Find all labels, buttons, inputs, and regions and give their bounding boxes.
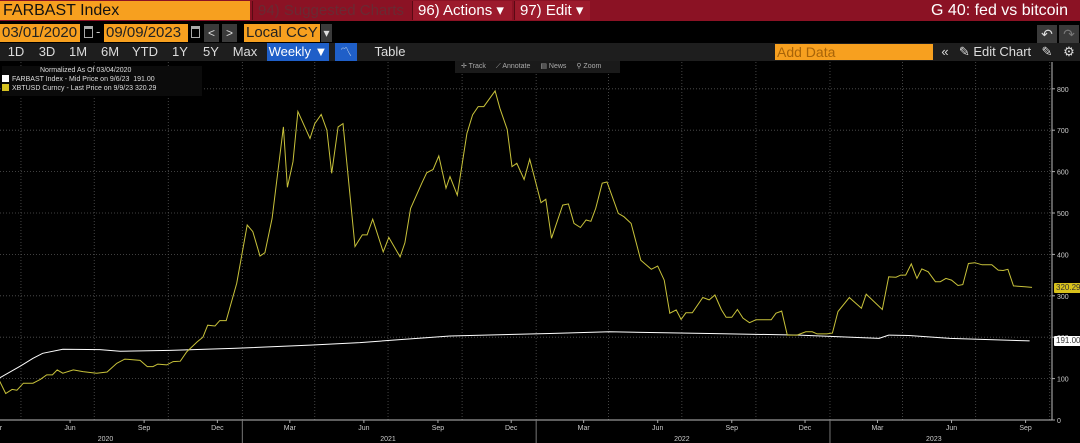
period-1m[interactable]: 1M xyxy=(62,43,94,61)
series-farbast xyxy=(0,331,1030,379)
edit-menu[interactable]: 97) Edit ▾ xyxy=(514,1,590,20)
x-tick-label: Sep xyxy=(432,425,445,432)
period-max[interactable]: Max xyxy=(226,43,264,61)
undo-button[interactable]: ↶ xyxy=(1037,25,1057,43)
legend-item-xbtusd[interactable]: XBTUSD Curncy - Last Price on 9/9/23 320… xyxy=(2,84,202,93)
redo-button[interactable]: ↷ xyxy=(1059,25,1079,43)
period-6m[interactable]: 6M xyxy=(94,43,126,61)
y-tick-label: 100 xyxy=(1057,377,1069,384)
end-date-input[interactable]: 09/09/2023 xyxy=(104,24,188,42)
chevron-down-icon[interactable]: ▾ xyxy=(321,24,332,42)
period-1d[interactable]: 1D xyxy=(0,43,32,61)
frequency-select[interactable]: Weekly ▼ xyxy=(267,43,329,61)
x-tick-label: Dec xyxy=(799,425,812,432)
x-tick-label: Jun xyxy=(358,425,369,432)
period-3d[interactable]: 3D xyxy=(32,43,62,61)
x-tick-label: Sep xyxy=(1019,425,1032,432)
x-tick-label: Mar xyxy=(871,425,884,432)
collapse-icon[interactable]: « xyxy=(935,43,955,61)
legend-title: Normalized As Of 03/04/2020 xyxy=(40,67,132,74)
x-tick-label: Dec xyxy=(505,425,518,432)
actions-menu[interactable]: 96) Actions ▾ xyxy=(412,1,512,20)
annotate-tool[interactable]: ⟋ Annotate xyxy=(496,63,530,70)
x-tick-label: Jun xyxy=(946,425,957,432)
date-separator: - xyxy=(96,24,101,39)
year-label: 2020 xyxy=(98,436,114,443)
xbtusd-last-value-tag: 320.29 xyxy=(1054,283,1080,293)
series-xbtusd xyxy=(0,89,1033,395)
y-tick-label: 600 xyxy=(1057,170,1069,177)
year-label: 2021 xyxy=(380,436,396,443)
suggested-charts-button[interactable]: 94) Suggested Charts xyxy=(252,1,410,20)
page-title: G 40: fed vs bitcoin xyxy=(931,2,1068,19)
period-ytd[interactable]: YTD xyxy=(126,43,164,61)
start-date-input[interactable]: 03/01/2020 xyxy=(0,24,80,42)
year-label: 2022 xyxy=(674,436,690,443)
currency-select[interactable]: Local CCY xyxy=(244,24,320,42)
table-tab[interactable]: Table xyxy=(365,43,415,61)
next-button[interactable]: > xyxy=(222,24,237,42)
x-tick-label: Jun xyxy=(652,425,663,432)
calendar-icon[interactable] xyxy=(191,26,200,38)
y-tick-label: 500 xyxy=(1057,211,1069,218)
line-chart-icon[interactable]: 〽 xyxy=(335,43,357,61)
x-tick-label: Sep xyxy=(138,425,151,432)
farbast-last-value-tag: 191.00 xyxy=(1054,336,1080,346)
news-tool[interactable]: ▤ News xyxy=(540,63,566,70)
chart-legend: Normalized As Of 03/04/2020 FARBAST Inde… xyxy=(2,66,202,96)
x-tick-label: Jun xyxy=(64,425,75,432)
series-line xyxy=(0,331,1030,379)
year-label: 2023 xyxy=(926,436,942,443)
x-tick-label: Mar xyxy=(284,425,297,432)
y-tick-label: 400 xyxy=(1057,252,1069,259)
security-input[interactable]: FARBAST Index xyxy=(0,1,250,20)
x-tick-label: Mar xyxy=(578,425,591,432)
legend-item-farbast[interactable]: FARBAST Index - Mid Price on 9/6/23 191.… xyxy=(2,75,202,84)
y-tick-label: 700 xyxy=(1057,128,1069,135)
chart-tools: ✛ Track ⟋ Annotate ▤ News ⚲ Zoom xyxy=(455,61,620,73)
x-tick-label: Mar xyxy=(0,425,3,432)
edit-chart-button[interactable]: ✎ Edit Chart xyxy=(957,43,1033,61)
y-tick-label: 300 xyxy=(1057,294,1069,301)
add-data-input[interactable]: Add Data xyxy=(775,44,933,60)
x-tick-label: Sep xyxy=(726,425,739,432)
period-5y[interactable]: 5Y xyxy=(196,43,226,61)
series-line xyxy=(0,89,1033,395)
y-tick-label: 800 xyxy=(1057,87,1069,94)
legend-swatch xyxy=(2,84,9,91)
y-tick-label: 0 xyxy=(1057,418,1061,425)
previous-button[interactable]: < xyxy=(204,24,219,42)
gear-icon[interactable]: ⚙ xyxy=(1060,43,1078,61)
calendar-icon[interactable] xyxy=(84,26,93,38)
legend-swatch xyxy=(2,75,9,82)
zoom-tool[interactable]: ⚲ Zoom xyxy=(576,63,601,70)
edit-annotation-icon[interactable]: ✎ xyxy=(1037,43,1057,61)
period-1y[interactable]: 1Y xyxy=(164,43,196,61)
x-tick-label: Dec xyxy=(211,425,224,432)
track-tool[interactable]: ✛ Track xyxy=(461,63,486,70)
